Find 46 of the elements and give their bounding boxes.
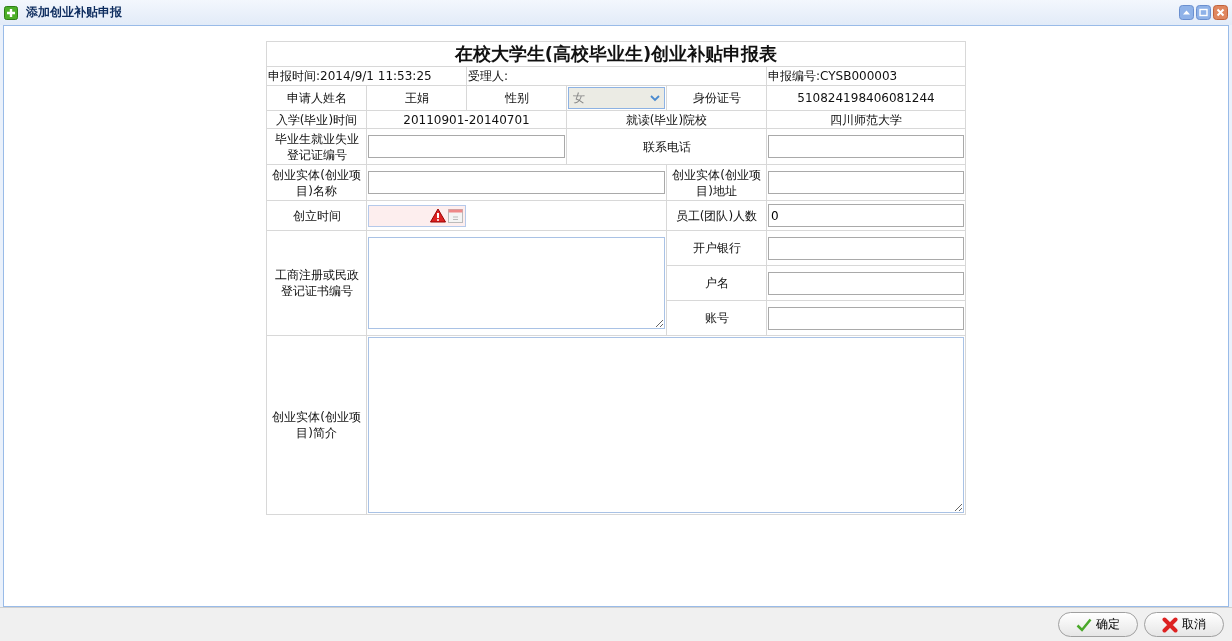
form-title: 在校大学生(高校毕业生)创业补贴申报表 <box>454 43 778 64</box>
text-field[interactable] <box>768 271 965 295</box>
field-label: 入学(毕业)时间 <box>275 112 358 127</box>
add-icon <box>4 5 18 20</box>
text-field[interactable]: 0 <box>768 204 965 227</box>
field-label: 身份证号 <box>692 91 741 105</box>
checkmark-icon <box>1076 617 1092 632</box>
field-label: 创业实体(创业项目)地址 <box>672 167 761 198</box>
field-value: 四川师范大学 <box>830 112 903 127</box>
field-label: 账号 <box>704 311 729 325</box>
cancel-button[interactable]: 取消 <box>1144 612 1224 637</box>
text-area[interactable] <box>368 237 665 329</box>
collapse-button[interactable] <box>1179 5 1194 20</box>
warning-icon <box>430 208 446 223</box>
close-icon <box>1162 616 1178 633</box>
field-label: 开户银行 <box>692 241 741 255</box>
field-label: 创业实体(创业项目)名称 <box>272 167 361 198</box>
window-title: 添加创业补贴申报 <box>26 4 122 21</box>
text-field[interactable] <box>768 306 965 330</box>
field-label: 创立时间 <box>292 208 341 223</box>
maximize-button[interactable] <box>1196 5 1211 20</box>
confirm-button[interactable]: 确定 <box>1058 612 1138 637</box>
field-label: 性别 <box>504 91 529 105</box>
field-label: 创业实体(创业项目)简介 <box>272 410 361 440</box>
field-label: 就读(毕业)院校 <box>625 112 708 127</box>
receiver-label: 受理人: <box>468 69 509 83</box>
text-field[interactable] <box>768 236 965 260</box>
field-value: 510824198406081244 <box>797 91 935 105</box>
field-label: 申请人姓名 <box>286 91 347 105</box>
calendar-icon[interactable] <box>448 208 463 223</box>
text-field[interactable] <box>368 135 565 158</box>
report-time: 申报时间:2014/9/1 11:53:25 <box>268 69 432 83</box>
field-value: 王娟 <box>404 91 429 105</box>
report-number: 申报编号:CYSB000003 <box>768 69 898 83</box>
field-label: 员工(团队)人数 <box>675 208 758 223</box>
date-field[interactable] <box>368 204 466 227</box>
text-field[interactable] <box>368 171 665 194</box>
field-label: 工商注册或民政登记证书编号 <box>274 268 359 298</box>
close-button[interactable] <box>1213 5 1228 20</box>
text-field[interactable] <box>768 135 965 158</box>
text-field[interactable] <box>768 171 965 194</box>
field-label: 毕业生就业失业登记证编号 <box>274 131 359 162</box>
field-label: 户名 <box>704 276 729 290</box>
field-label: 联系电话 <box>642 139 691 154</box>
field-value: 20110901-20140701 <box>403 112 530 127</box>
chevron-icon <box>650 94 660 102</box>
